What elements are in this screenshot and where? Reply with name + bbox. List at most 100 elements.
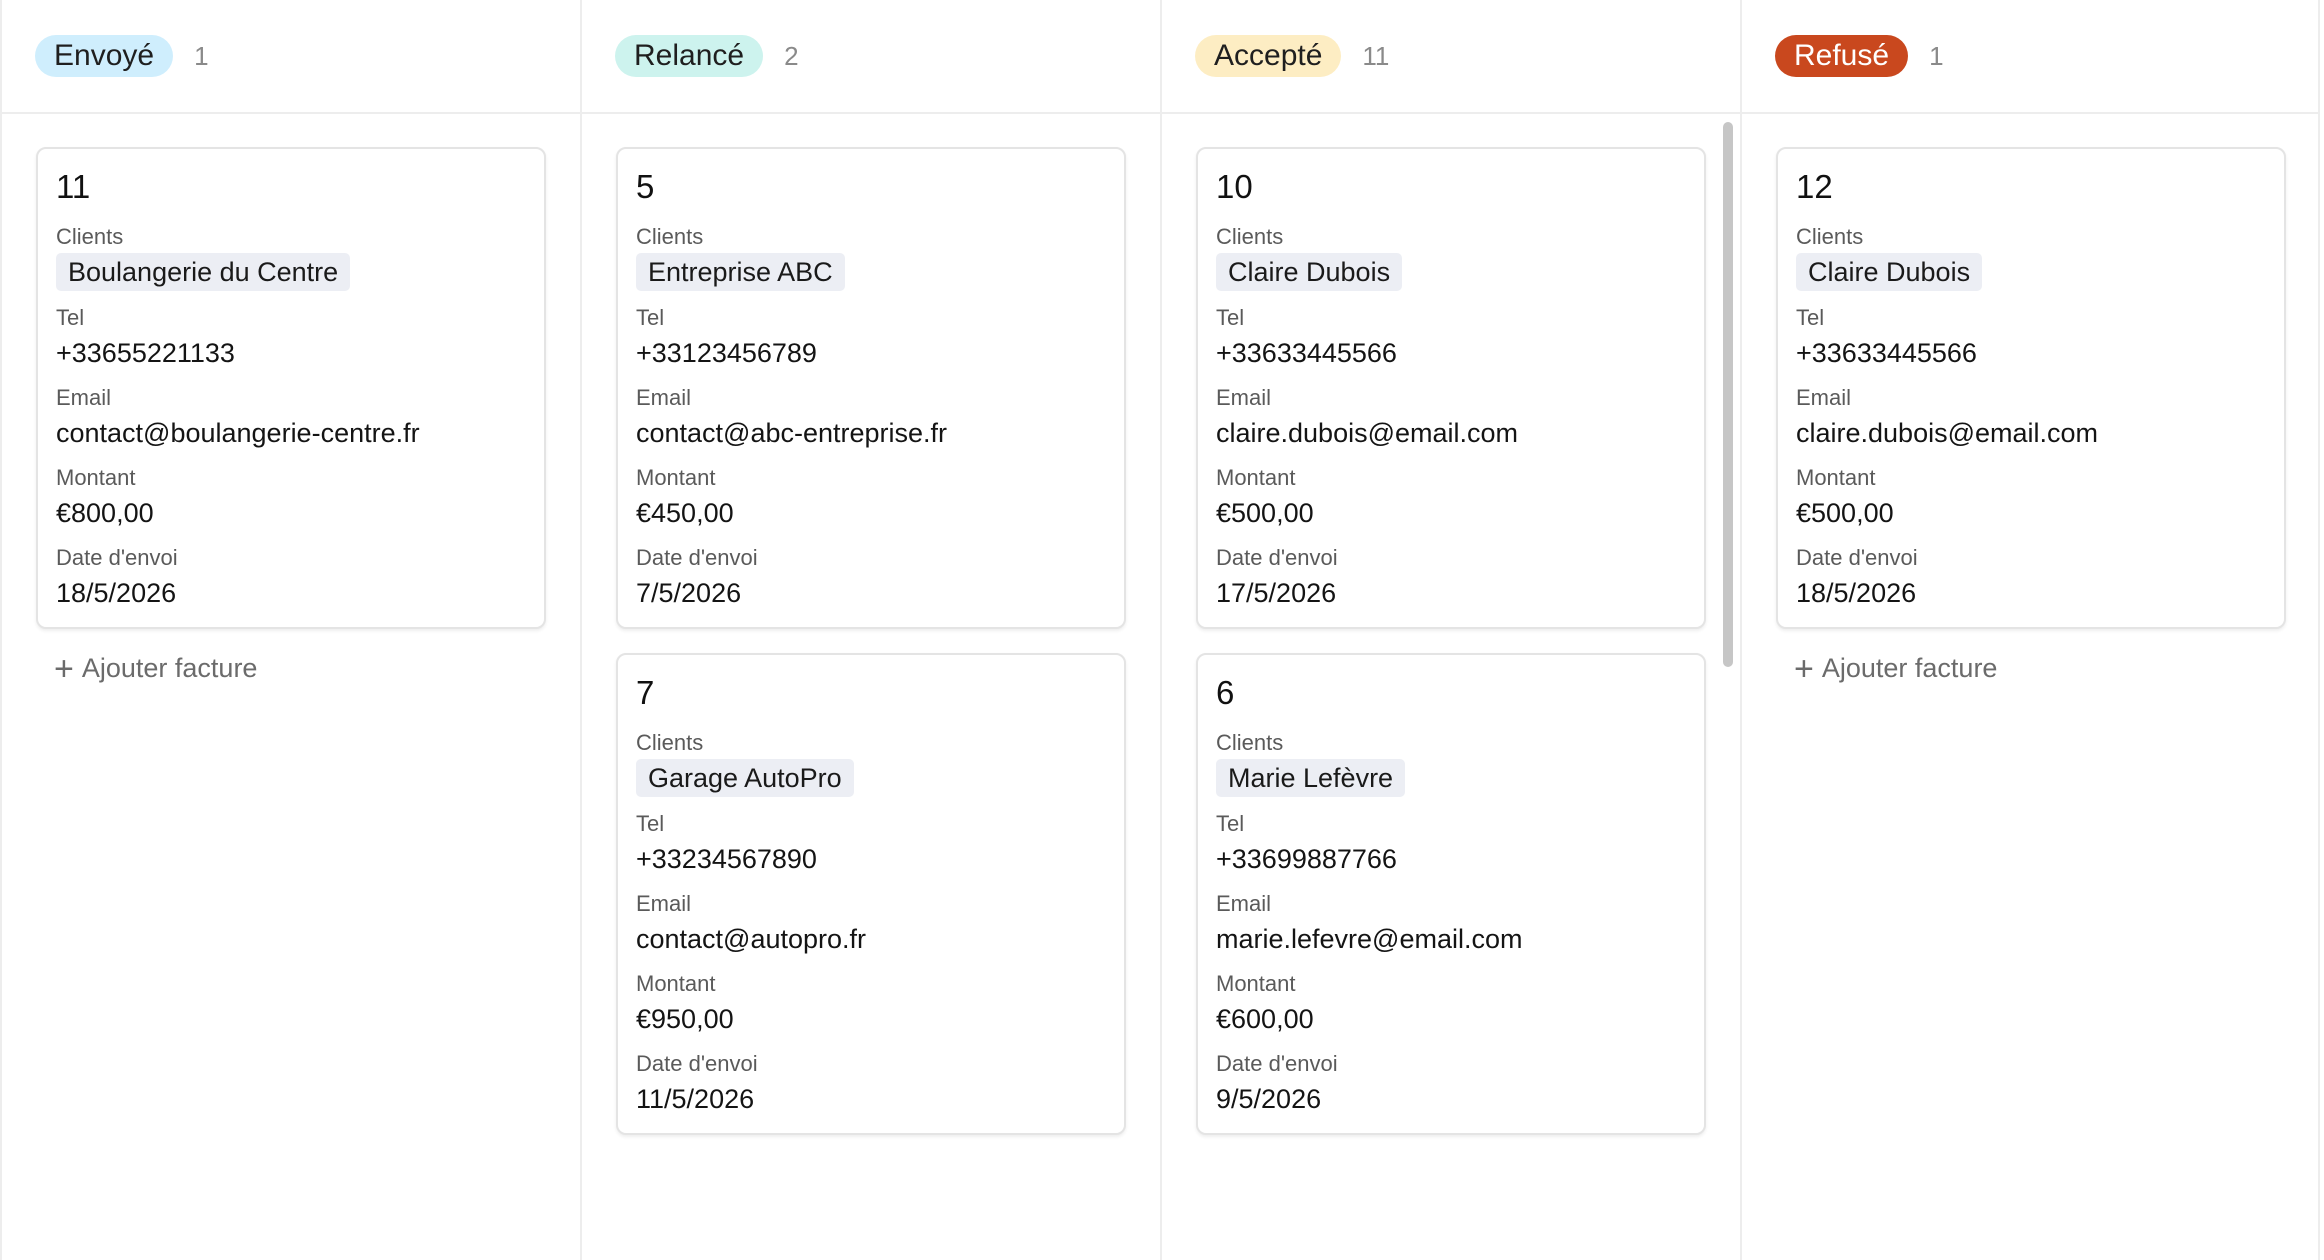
column-header: Refusé 1 (1742, 0, 2318, 114)
date-label: Date d'envoi (1216, 545, 1338, 570)
column-scrollbar[interactable] (1723, 122, 1733, 667)
status-pill-relance[interactable]: Relancé (615, 35, 764, 77)
column-body: 11 Clients Boulangerie du Centre Tel +33… (2, 114, 580, 688)
card-id: 11 (56, 168, 91, 205)
client-tag[interactable]: Claire Dubois (1796, 253, 1983, 291)
date-label: Date d'envoi (636, 1051, 758, 1076)
column-count: 1 (194, 40, 209, 71)
clients-label: Clients (636, 224, 704, 249)
kanban-board: Envoyé 1 11 Clients Boulangerie du Centr… (0, 0, 2324, 1260)
email-label: Email (1216, 385, 1272, 410)
email-label: Email (636, 891, 692, 916)
email-label: Email (56, 385, 112, 410)
column-refuse: Refusé 1 12 Clients Claire Dubois Tel +3… (1740, 0, 2320, 1260)
column-relance: Relancé 2 5 Clients Entreprise ABC Tel +… (580, 0, 1160, 1260)
date-label: Date d'envoi (56, 545, 178, 570)
email-value: claire.dubois@email.com (1216, 418, 1519, 448)
client-tag[interactable]: Garage AutoPro (636, 759, 854, 797)
client-tag[interactable]: Boulangerie du Centre (56, 253, 351, 291)
column-header: Envoyé 1 (2, 0, 580, 114)
tel-label: Tel (1216, 305, 1245, 330)
montant-value: €950,00 (636, 1004, 734, 1034)
column-header: Accepté 11 (1162, 0, 1740, 114)
clients-label: Clients (636, 730, 704, 755)
add-invoice-label: Ajouter facture (81, 653, 258, 683)
montant-label: Montant (1216, 971, 1296, 996)
tel-label: Tel (56, 305, 85, 330)
montant-label: Montant (56, 465, 136, 490)
invoice-card[interactable]: 10 Clients Claire Dubois Tel +3363344556… (1196, 147, 1706, 629)
montant-value: €600,00 (1216, 1004, 1314, 1034)
add-invoice-button[interactable]: + Ajouter facture (1794, 649, 2284, 688)
card-id: 6 (1216, 674, 1235, 711)
plus-icon: + (1794, 649, 1814, 688)
status-pill-accepte[interactable]: Accepté (1195, 35, 1342, 77)
tel-value: +33633445566 (1216, 338, 1397, 368)
client-tag[interactable]: Claire Dubois (1216, 253, 1403, 291)
column-count: 2 (784, 40, 799, 71)
invoice-card[interactable]: 12 Clients Claire Dubois Tel +3363344556… (1776, 147, 2286, 629)
email-value: contact@abc-entreprise.fr (636, 418, 948, 448)
column-count: 1 (1929, 40, 1944, 71)
date-value: 18/5/2026 (56, 578, 177, 608)
clients-label: Clients (1796, 224, 1864, 249)
card-id: 10 (1216, 168, 1253, 205)
montant-value: €500,00 (1796, 498, 1894, 528)
date-label: Date d'envoi (1216, 1051, 1338, 1076)
montant-label: Montant (1216, 465, 1296, 490)
date-value: 17/5/2026 (1216, 578, 1337, 608)
card-id: 12 (1796, 168, 1833, 205)
date-value: 11/5/2026 (636, 1084, 755, 1114)
email-value: claire.dubois@email.com (1796, 418, 2099, 448)
clients-label: Clients (56, 224, 124, 249)
montant-label: Montant (1796, 465, 1876, 490)
plus-icon: + (54, 649, 74, 688)
date-value: 9/5/2026 (1216, 1084, 1322, 1114)
client-tag[interactable]: Entreprise ABC (636, 253, 845, 291)
tel-label: Tel (1216, 811, 1245, 836)
email-label: Email (1796, 385, 1852, 410)
card-id: 5 (636, 168, 655, 205)
email-value: contact@boulangerie-centre.fr (56, 418, 420, 448)
tel-value: +33699887766 (1216, 844, 1397, 874)
status-pill-refuse[interactable]: Refusé (1775, 35, 1909, 77)
date-label: Date d'envoi (1796, 545, 1918, 570)
date-value: 18/5/2026 (1796, 578, 1917, 608)
tel-value: +33633445566 (1796, 338, 1977, 368)
column-header: Relancé 2 (582, 0, 1160, 114)
clients-label: Clients (1216, 730, 1284, 755)
tel-label: Tel (1796, 305, 1825, 330)
column-envoye: Envoyé 1 11 Clients Boulangerie du Centr… (0, 0, 580, 1260)
column-body: 10 Clients Claire Dubois Tel +3363344556… (1162, 114, 1740, 1135)
clients-label: Clients (1216, 224, 1284, 249)
email-label: Email (1216, 891, 1272, 916)
montant-label: Montant (636, 465, 716, 490)
add-invoice-label: Ajouter facture (1821, 653, 1998, 683)
montant-value: €450,00 (636, 498, 734, 528)
date-label: Date d'envoi (636, 545, 758, 570)
email-label: Email (636, 385, 692, 410)
tel-value: +33123456789 (636, 338, 817, 368)
column-count: 11 (1362, 40, 1390, 71)
status-pill-envoye[interactable]: Envoyé (35, 35, 174, 77)
card-id: 7 (636, 674, 655, 711)
invoice-card[interactable]: 11 Clients Boulangerie du Centre Tel +33… (36, 147, 546, 629)
client-tag[interactable]: Marie Lefèvre (1216, 759, 1406, 797)
column-body: 5 Clients Entreprise ABC Tel +3312345678… (582, 114, 1160, 1135)
column-body: 12 Clients Claire Dubois Tel +3363344556… (1742, 114, 2318, 688)
date-value: 7/5/2026 (636, 578, 742, 608)
invoice-card[interactable]: 5 Clients Entreprise ABC Tel +3312345678… (616, 147, 1126, 629)
tel-label: Tel (636, 811, 665, 836)
column-accepte: Accepté 11 10 Clients Claire Dubois Tel … (1160, 0, 1740, 1260)
tel-label: Tel (636, 305, 665, 330)
invoice-card[interactable]: 6 Clients Marie Lefèvre Tel +33699887766… (1196, 653, 1706, 1135)
invoice-card[interactable]: 7 Clients Garage AutoPro Tel +3323456789… (616, 653, 1126, 1135)
add-invoice-button[interactable]: + Ajouter facture (54, 649, 546, 688)
email-value: marie.lefevre@email.com (1216, 924, 1523, 954)
montant-value: €800,00 (56, 498, 154, 528)
montant-label: Montant (636, 971, 716, 996)
tel-value: +33234567890 (636, 844, 817, 874)
montant-value: €500,00 (1216, 498, 1314, 528)
email-value: contact@autopro.fr (636, 924, 867, 954)
tel-value: +33655221133 (56, 338, 235, 368)
